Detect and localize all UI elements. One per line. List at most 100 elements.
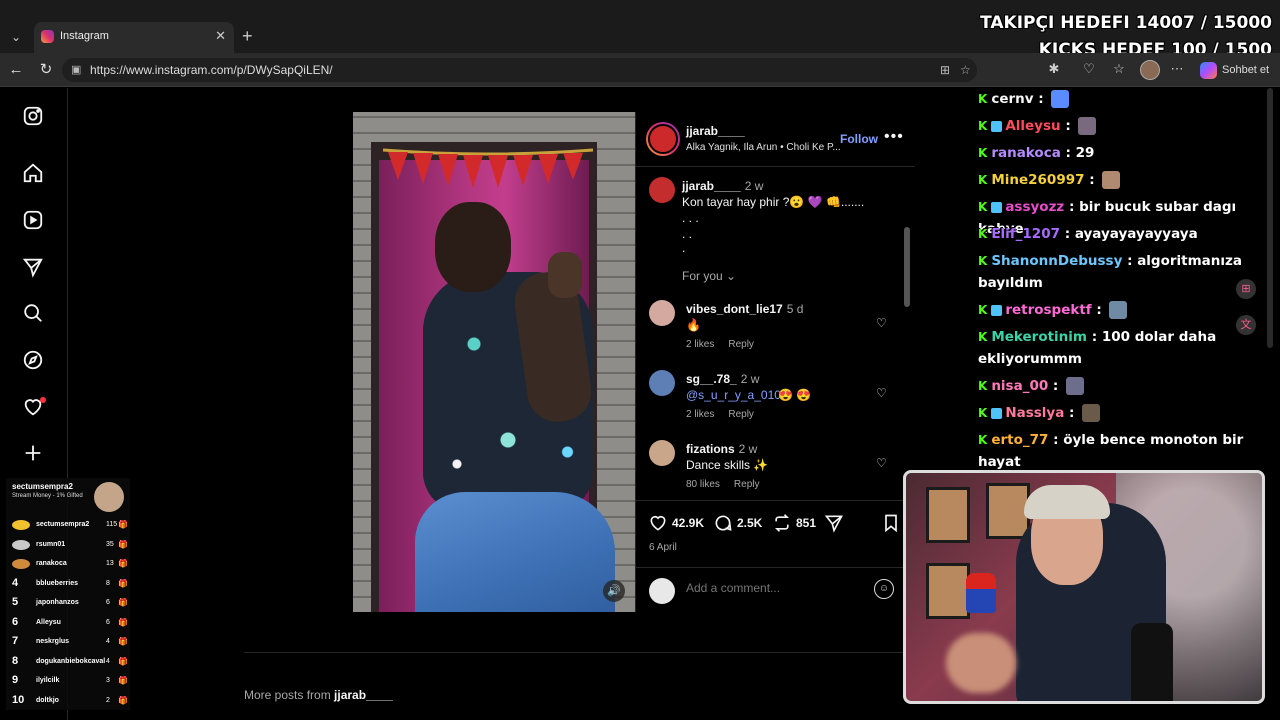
- more-menu-icon[interactable]: ⋯: [1168, 61, 1186, 77]
- repost-button[interactable]: 851: [772, 513, 816, 533]
- gift-icon: 🎁: [118, 598, 128, 607]
- caption-username[interactable]: jjarab____ 2 w: [682, 179, 763, 193]
- favorite-star-icon[interactable]: ☆: [960, 63, 971, 77]
- bookmark-icon: [885, 514, 897, 533]
- profile-avatar[interactable]: [1140, 60, 1160, 80]
- donor-name: dogukanbiebokcaval: [36, 657, 106, 665]
- search-icon[interactable]: [22, 302, 44, 324]
- author-avatar[interactable]: [646, 122, 680, 156]
- gift-count: 3: [106, 677, 110, 684]
- donor-name: doltkjo: [36, 696, 59, 704]
- chat-username[interactable]: nisa_00: [991, 378, 1048, 394]
- tab-instagram[interactable]: Instagram ✕: [34, 22, 234, 53]
- like-comment-icon[interactable]: ♡: [876, 386, 887, 400]
- emoji-icon[interactable]: ☺: [874, 579, 894, 599]
- browser-essentials-icon[interactable]: ♡: [1080, 61, 1098, 77]
- comment-username[interactable]: fizations 2 w: [686, 442, 757, 456]
- chat-username[interactable]: Alleysu: [1005, 118, 1060, 134]
- comments-count: 2.5K: [737, 516, 763, 530]
- follow-button[interactable]: Follow: [840, 132, 878, 146]
- copilot-button[interactable]: Sohbet et: [1200, 60, 1269, 80]
- chat-username[interactable]: erto_77: [991, 432, 1048, 448]
- leaderboard-row: 6 Alleysu 6 🎁: [10, 614, 128, 632]
- comment-username[interactable]: sg__.78_ 2 w: [686, 372, 759, 386]
- donor-name: japonhanzos: [36, 599, 79, 606]
- chat-emote-icon: [1078, 117, 1097, 135]
- comment-mention[interactable]: @s_u_r_y_a_0101: [686, 388, 788, 402]
- add-comment-input[interactable]: [686, 581, 856, 595]
- comment-avatar[interactable]: [649, 370, 675, 396]
- back-arrow-icon[interactable]: ←: [6, 60, 26, 80]
- reload-icon[interactable]: ↻: [36, 60, 56, 80]
- favorites-icon[interactable]: ☆: [1110, 61, 1128, 77]
- reply-link[interactable]: Reply: [728, 339, 754, 350]
- chat-username[interactable]: Elif_1207: [991, 226, 1060, 242]
- comment-avatar[interactable]: [649, 440, 675, 466]
- share-button[interactable]: [824, 513, 844, 533]
- chat-username[interactable]: assyozz: [1005, 199, 1064, 215]
- leaderboard-row: 8 dogukanbiebokcaval 4 🎁: [10, 653, 128, 671]
- reply-link[interactable]: Reply: [734, 479, 760, 490]
- comment-username[interactable]: vibes_dont_lie17 5 d: [686, 302, 803, 316]
- app-available-icon[interactable]: ⊞: [940, 63, 950, 77]
- like-button[interactable]: 42.9K: [648, 513, 704, 533]
- create-plus-icon[interactable]: [22, 442, 44, 464]
- caption-avatar[interactable]: [649, 177, 675, 203]
- chat-username[interactable]: Nasslya: [1005, 405, 1064, 421]
- site-info-icon[interactable]: ▣: [71, 63, 81, 76]
- extensions-icon[interactable]: ✱: [1045, 61, 1063, 77]
- home-icon[interactable]: [22, 162, 44, 184]
- instagram-page: 🔊 jjarab____ Alka Yagnik, Ila Arun • Cho…: [0, 88, 920, 720]
- browser-toolbar: ← ↻ ▣ https://www.instagram.com/p/DWySap…: [0, 53, 1280, 87]
- wall-poster: [926, 563, 970, 619]
- rank-number: 4: [12, 576, 19, 589]
- author-username[interactable]: jjarab____: [686, 124, 745, 138]
- chat-message: K ShanonnDebussy : algoritmanıza bayıldım: [978, 250, 1260, 294]
- url-text[interactable]: https://www.instagram.com/p/DWySapQiLEN/: [90, 63, 333, 77]
- reply-link[interactable]: Reply: [728, 409, 754, 420]
- add-comment-bar: ☺: [636, 567, 915, 612]
- chat-username[interactable]: Mekerotinim: [991, 329, 1087, 345]
- reposts-count: 851: [796, 516, 817, 530]
- chat-username[interactable]: Mine260997: [991, 172, 1084, 188]
- new-tab-icon[interactable]: +: [242, 26, 253, 46]
- comment-sort-dropdown[interactable]: For you ⌄: [682, 269, 736, 283]
- gift-count: 13: [106, 560, 114, 567]
- chat-username[interactable]: cernv: [991, 91, 1033, 107]
- comment-avatar[interactable]: [649, 300, 675, 326]
- like-comment-icon[interactable]: ♡: [876, 456, 887, 470]
- address-bar[interactable]: ▣ https://www.instagram.com/p/DWySapQiLE…: [62, 58, 977, 82]
- post-date: 6 April: [649, 542, 677, 553]
- messages-icon[interactable]: [22, 256, 44, 278]
- person-hand: [548, 252, 582, 298]
- instagram-logo-icon[interactable]: [22, 105, 44, 127]
- like-comment-icon[interactable]: ♡: [876, 316, 887, 330]
- audio-toggle-icon[interactable]: 🔊: [603, 580, 625, 602]
- rank-medal-icon: [12, 559, 30, 569]
- chat-add-icon[interactable]: ⊞: [1236, 279, 1256, 299]
- chat-emote-icon: [1102, 171, 1121, 189]
- chat-message: Kranakoca : 29: [978, 142, 1260, 164]
- explore-icon[interactable]: [22, 349, 44, 371]
- tab-actions-menu-icon[interactable]: ⌄: [4, 26, 28, 48]
- audio-track[interactable]: Alka Yagnik, Ila Arun • Choli Ke P...: [686, 142, 841, 153]
- tab-close-icon[interactable]: ✕: [215, 28, 226, 44]
- chat-translate-icon[interactable]: 文: [1236, 315, 1256, 335]
- more-options-icon[interactable]: •••: [884, 128, 904, 146]
- rank-number: 10: [12, 693, 25, 706]
- comment-button[interactable]: 2.5K: [713, 513, 762, 533]
- chat-username[interactable]: retrospektf: [1005, 302, 1091, 318]
- comments-list[interactable]: jjarab____ 2 w Kon tayar hay phir ?😮 💜 👊.…: [636, 167, 915, 500]
- chat-username[interactable]: ranakoca: [991, 145, 1061, 161]
- chat-message: Kcernv :: [978, 88, 1260, 110]
- gift-count: 35: [106, 540, 114, 548]
- microphone: [1131, 623, 1173, 701]
- post-video[interactable]: 🔊: [353, 112, 635, 612]
- comments-scrollbar[interactable]: [904, 227, 910, 307]
- comment-text: 😍 😍: [778, 388, 812, 402]
- reels-icon[interactable]: [22, 209, 44, 231]
- caption-line: . .: [682, 227, 693, 241]
- save-button[interactable]: [881, 513, 901, 533]
- chat-username[interactable]: ShanonnDebussy: [991, 253, 1122, 269]
- chat-scrollbar[interactable]: [1267, 88, 1273, 348]
